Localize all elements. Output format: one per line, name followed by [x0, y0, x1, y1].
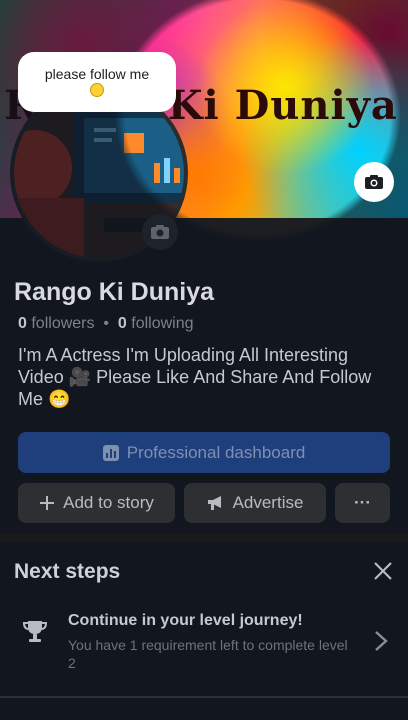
followers-label[interactable]: followers — [31, 315, 94, 332]
level-journey-title[interactable]: Continue in your level journey! — [68, 612, 303, 630]
professional-dashboard-button[interactable]: Professional dashboard — [18, 432, 390, 473]
dashboard-icon — [102, 444, 119, 461]
profile-name: Rango Ki Duniya — [14, 278, 215, 306]
smile-emoji-icon — [90, 83, 104, 97]
tooltip-text: please follow me — [44, 66, 150, 82]
more-options-label: ··· — [354, 493, 371, 512]
advertise-button[interactable]: Advertise — [184, 483, 326, 523]
cover-camera-button[interactable] — [354, 162, 394, 202]
close-icon[interactable] — [372, 560, 394, 582]
camera-icon — [365, 175, 383, 189]
bottom-divider — [0, 696, 408, 698]
camera-icon — [151, 225, 169, 239]
add-to-story-label: Add to story — [63, 493, 154, 512]
professional-dashboard-label: Professional dashboard — [126, 442, 306, 462]
following-label[interactable]: following — [131, 315, 193, 332]
plus-icon — [39, 495, 55, 511]
tooltip-bubble: please follow me — [18, 52, 176, 112]
more-options-button[interactable]: ··· — [335, 483, 390, 523]
advertise-label: Advertise — [232, 493, 304, 512]
chevron-right-icon[interactable] — [374, 630, 388, 652]
stats-separator: • — [103, 315, 109, 332]
profile-stats: 0 followers • 0 following — [18, 315, 194, 333]
level-journey-subtitle: You have 1 requirement left to complete … — [68, 637, 348, 671]
avatar-camera-button[interactable] — [142, 214, 178, 250]
followers-count[interactable]: 0 — [18, 315, 27, 332]
megaphone-icon — [207, 495, 225, 511]
add-to-story-button[interactable]: Add to story — [18, 483, 175, 523]
profile-bio: I'm A Actress I'm Uploading All Interest… — [18, 345, 372, 409]
section-divider — [0, 534, 408, 542]
next-steps-title: Next steps — [14, 560, 121, 583]
following-count[interactable]: 0 — [118, 315, 127, 332]
trophy-icon — [22, 621, 48, 642]
